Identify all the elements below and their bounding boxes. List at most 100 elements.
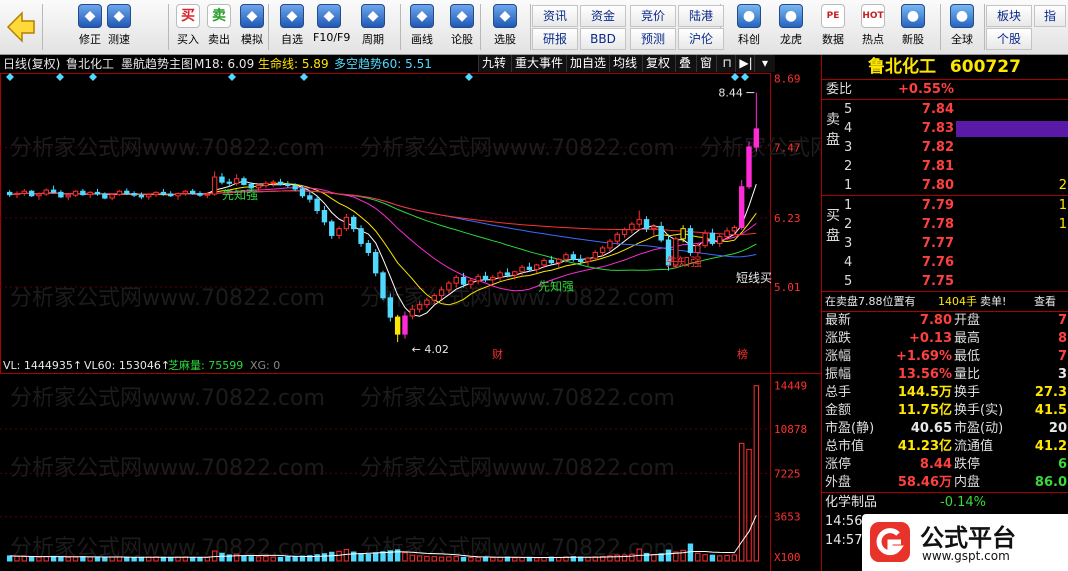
chart-control-3[interactable]: 均线 [609,55,642,72]
candle-body [702,232,708,247]
lock-icon[interactable]: ⊓ [716,55,737,72]
stat-value: 86.0 [1034,475,1067,490]
period-icon: ◆ [361,4,385,28]
toolbar-button-f10[interactable]: ◆ F10/F9 [313,2,350,52]
candle-body [402,315,408,335]
toolbar-text-button[interactable]: 竞价 [630,5,676,27]
toolbar-button-label: 买入 [177,33,199,46]
toolbar-text-button[interactable]: 研报 [532,28,578,50]
back-arrow-icon[interactable] [4,4,38,50]
buy-level-row[interactable]: 2 7.78 1 [822,215,1068,234]
volume-bar [409,554,415,562]
candle-body [182,190,189,195]
toolbar-button-dragon[interactable]: ● 龙虎 [775,2,807,52]
volume-bar [109,556,115,562]
volume-axis-label: 3653 [774,511,801,524]
toolbar-button-stock-picker[interactable]: ◆ 选股 [489,2,521,52]
stat-label: 总手 [825,385,852,400]
toolbar-separator [268,4,269,50]
chart-control-5[interactable]: 叠 [675,55,696,72]
candle-body [636,219,642,225]
toolbar-text-button[interactable]: 预测 [630,28,676,50]
toolbar-text-button[interactable]: 资金 [580,5,626,27]
globe-icon: ● [950,4,974,28]
sell-level-row[interactable]: 5 7.84 [822,100,1068,119]
stat-value: 7 [1057,349,1067,364]
volume-bar [87,556,93,562]
toolbar-text-button[interactable]: 个股 [986,28,1032,50]
new-stock-icon: ● [901,4,925,28]
kline-chart-area[interactable]: 分析家公式网www.70822.com 分析家公式网www.70822.com 分析… [0,55,821,571]
toolbar-button-pencil[interactable]: ◆ 画线 [406,2,438,52]
chart-control-2[interactable]: 加自选 [566,55,609,72]
buy-level-row[interactable]: 1 7.79 1 [822,196,1068,215]
volume-bar [168,557,174,562]
toolbar-button-buy[interactable]: 买买入 [172,2,204,52]
chart-control-1[interactable]: 重大事件 [511,55,566,72]
level-number: 5 [844,274,853,289]
sell-level-row[interactable]: 2 7.81 [822,157,1068,176]
toolbar-text-button[interactable]: 指 [1034,5,1066,27]
volume-bar [204,556,211,562]
level-number: 2 [844,217,853,232]
indicator-name[interactable]: 墨航趋势主图 [121,55,193,73]
toolbar-button-favorite[interactable]: ◆ 自选 [276,2,308,52]
stat-value: 13.56% [897,367,952,382]
toolbar-text-button[interactable]: BBD [580,28,626,50]
toolbar-button-label: 数据 [822,33,844,46]
chart-control-6[interactable]: 窗 [696,55,717,72]
stat-row: 总市值 41.23亿 流通值 41.2 [822,438,1068,456]
toolbar-button-new-stock[interactable]: ● 新股 [897,2,929,52]
candle-body [372,251,379,274]
level-number: 1 [844,198,853,213]
level-price: 7.83 [921,121,954,136]
toolbar-text-button[interactable]: 陆港 [678,5,724,27]
toolbar-button-pe[interactable]: PE 数据 [817,2,849,52]
toolbar-text-button[interactable]: 板块 [986,5,1032,27]
candle-body [599,247,606,253]
toolbar-button-kechuang[interactable]: ● 科创 [733,2,765,52]
toolbar-button-discuss[interactable]: ◆ 论股 [446,2,478,52]
toolbar-button-globe[interactable]: ● 全球 [946,2,978,52]
toolbar-button-clock[interactable]: ◆ 测速 [103,2,135,52]
period-label[interactable]: 日线(复权) [3,55,60,73]
big-order-type: 卖单! [980,295,1007,308]
big-order-message: 在卖盘7.88位置有 [825,295,916,308]
level-price: 7.76 [921,255,954,270]
chart-control-0[interactable]: 九转 [478,55,511,72]
toolbar-button-up-down-arrows[interactable]: ◆ 修正 [74,2,106,52]
candle-body [80,190,86,196]
favorite-icon: ◆ [280,4,304,28]
dragon-icon: ● [779,4,803,28]
volume-bar [72,556,79,562]
level-price: 7.81 [921,159,954,174]
sell-level-row[interactable]: 3 7.82 [822,138,1068,157]
toolbar-text-button[interactable]: 资讯 [532,5,578,27]
volume-bar [541,557,547,562]
volume-bar [687,543,694,562]
sell-level-row[interactable]: 4 7.83 [822,119,1068,138]
toolbar-separator [984,4,985,50]
toolbar-button-hot[interactable]: HOT 热点 [857,2,889,52]
level-price: 7.77 [921,236,954,251]
volume-bar [460,556,467,562]
big-order-view-link[interactable]: 查看 [1034,292,1056,311]
sell-level-row[interactable]: 1 7.80 2 [822,176,1068,195]
buy-level-row[interactable]: 4 7.76 [822,253,1068,272]
big-order-row[interactable]: 在卖盘7.88位置有 1404手 卖单! 查看 [822,292,1068,311]
candle-body [102,193,108,199]
skip-end-icon[interactable]: ▶| [735,55,756,72]
buy-level-row[interactable]: 5 7.75 [822,272,1068,291]
stat-row: 振幅 13.56% 量比 3 [822,366,1068,384]
toolbar-button-period[interactable]: ◆ 周期 [357,2,389,52]
chart-control-4[interactable]: 复权 [642,55,675,72]
toolbar-text-button[interactable]: 沪伦 [678,28,724,50]
stat-row: 涨停 8.44 跌停 6 [822,456,1068,474]
industry-label[interactable]: 化学制品 [825,493,877,512]
buy-level-row[interactable]: 3 7.77 [822,234,1068,253]
toolbar-button-sell[interactable]: 卖卖出 [203,2,235,52]
candle-body [585,257,591,263]
toolbar-button-gavel[interactable]: ◆ 模拟 [236,2,268,52]
stock-code: 600727 [949,57,1021,77]
chart-menu-chevron-icon[interactable]: ▾ [754,55,775,72]
